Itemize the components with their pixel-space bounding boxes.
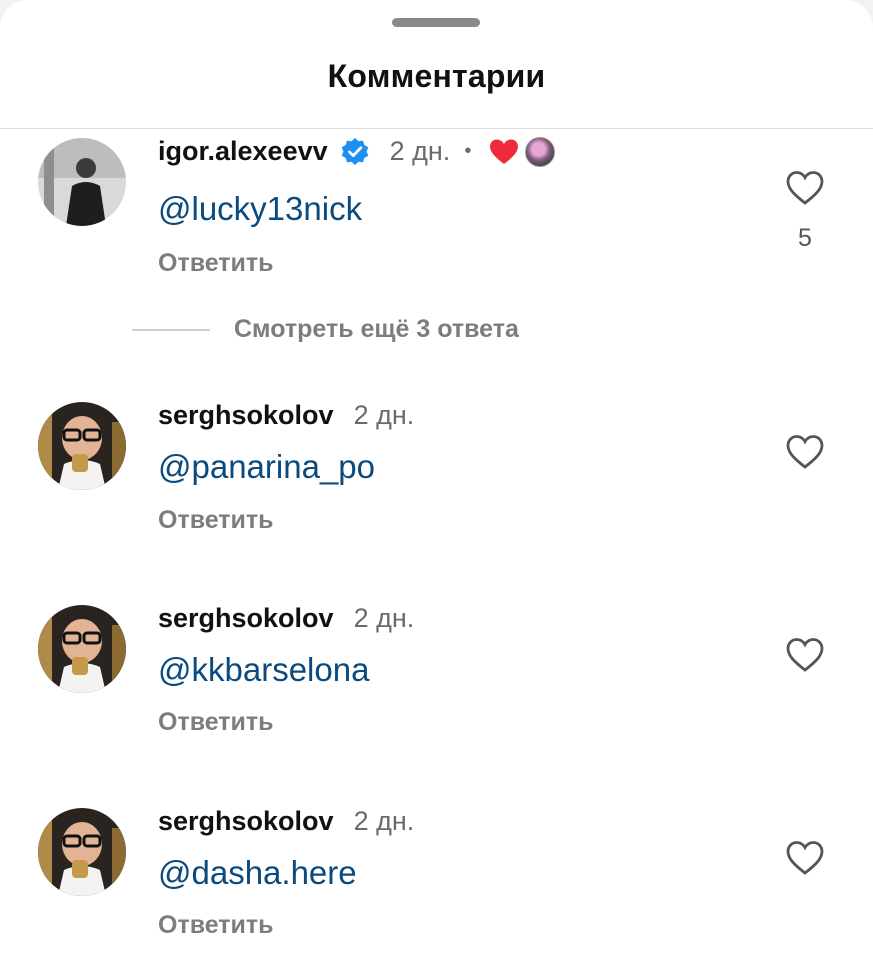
like-count: 5 — [798, 224, 812, 252]
comment-meta: serghsokolov 2 дн. — [158, 806, 414, 837]
reply-button[interactable]: Ответить — [158, 506, 274, 535]
comment-text-mention[interactable]: @lucky13nick — [158, 190, 362, 228]
comment-text-mention[interactable]: @kkbarselona — [158, 651, 369, 689]
comment-time: 2 дн. — [353, 400, 415, 430]
comment-text-mention[interactable]: @panarina_po — [158, 448, 375, 486]
comments-sheet: Комментарии igor.alexeevv 2 дн. • @lucky… — [0, 0, 873, 960]
avatar[interactable] — [38, 605, 126, 693]
username[interactable]: serghsokolov — [158, 806, 334, 837]
divider-line — [132, 328, 210, 331]
avatar[interactable] — [38, 808, 126, 896]
comment-time: 2 дн. — [353, 806, 415, 836]
heart-outline-icon[interactable] — [786, 170, 824, 206]
username[interactable]: serghsokolov — [158, 400, 334, 431]
view-more-replies-label[interactable]: Смотреть ещё 3 ответа — [234, 315, 519, 344]
view-more-replies[interactable]: Смотреть ещё 3 ответа — [132, 315, 519, 344]
reply-button[interactable]: Ответить — [158, 249, 274, 278]
reply-button[interactable]: Ответить — [158, 708, 274, 737]
heart-outline-icon[interactable] — [786, 434, 824, 470]
comment-text-mention[interactable]: @dasha.here — [158, 854, 357, 892]
comment-time: 2 дн. — [353, 603, 415, 633]
comment-meta: serghsokolov 2 дн. — [158, 400, 414, 431]
comment-item: serghsokolov 2 дн. @dasha.here Ответить — [0, 0, 873, 939]
reply-button[interactable]: Ответить — [158, 911, 274, 940]
heart-outline-icon[interactable] — [786, 840, 824, 876]
username[interactable]: serghsokolov — [158, 603, 334, 634]
avatar[interactable] — [38, 402, 126, 490]
heart-outline-icon[interactable] — [786, 637, 824, 673]
comment-meta: serghsokolov 2 дн. — [158, 603, 414, 634]
